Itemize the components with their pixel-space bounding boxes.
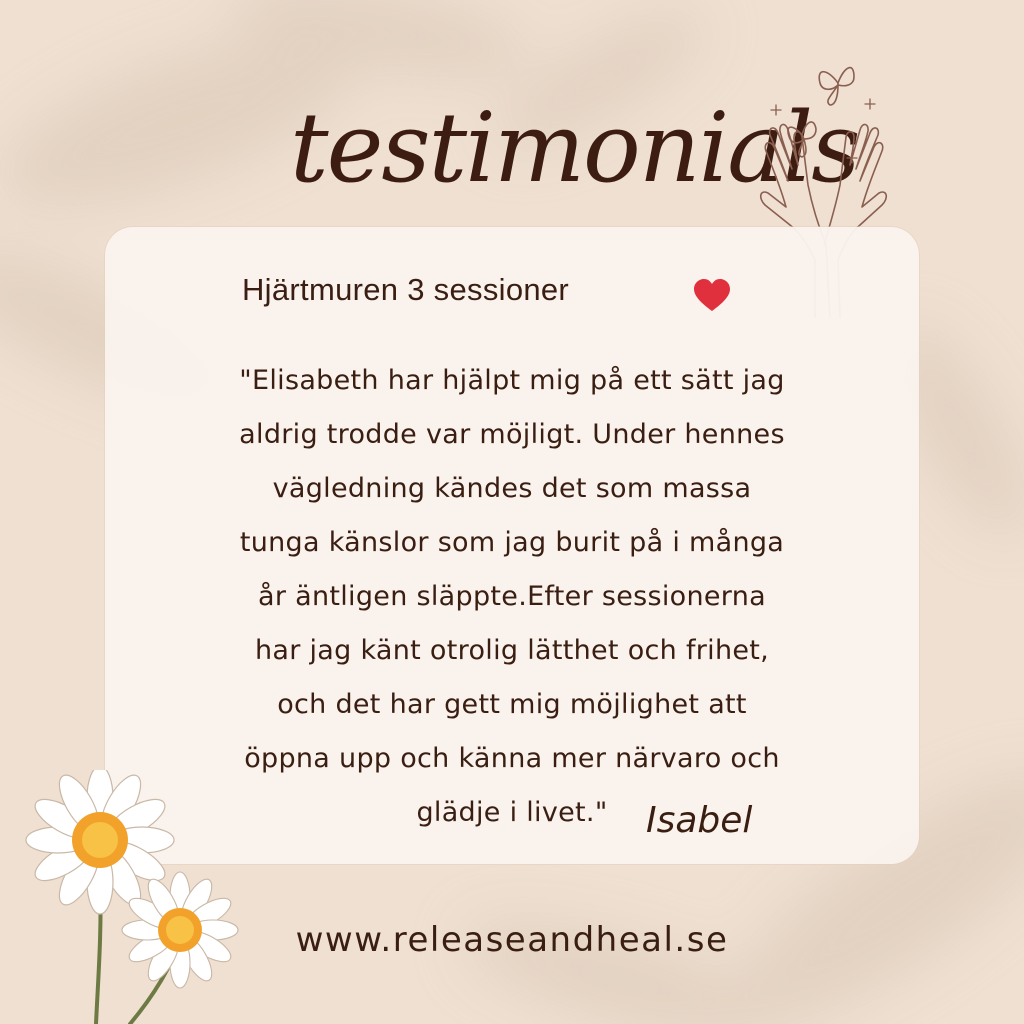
quote-line: tunga känslor som jag burit på i många [239,527,785,558]
quote-line: år äntligen släppte.Efter sessionerna [257,581,766,612]
butterfly-icon [818,66,855,106]
testimonial-author: Isabel [646,800,753,841]
quote-line: och det har gett mig möjlighet att [277,689,747,720]
page-title: testimonials [290,92,861,204]
quote-line: öppna upp och känna mer närvaro och [244,743,780,774]
card-heading: Hjärtmuren 3 sessioner [242,272,570,307]
quote-line: vägledning kändes det som massa [272,473,752,504]
daisy-icon [25,770,239,1024]
heart-icon [694,279,730,311]
quote-line: "Elisabeth har hjälpt mig på ett sätt ja… [239,365,785,396]
quote-line: har jag känt otrolig lätthet och frihet, [254,635,770,666]
testimonial-quote: "Elisabeth har hjälpt mig på ett sätt ja… [195,354,829,840]
quote-line: aldrig trodde var möjligt. Under hennes [239,419,785,450]
